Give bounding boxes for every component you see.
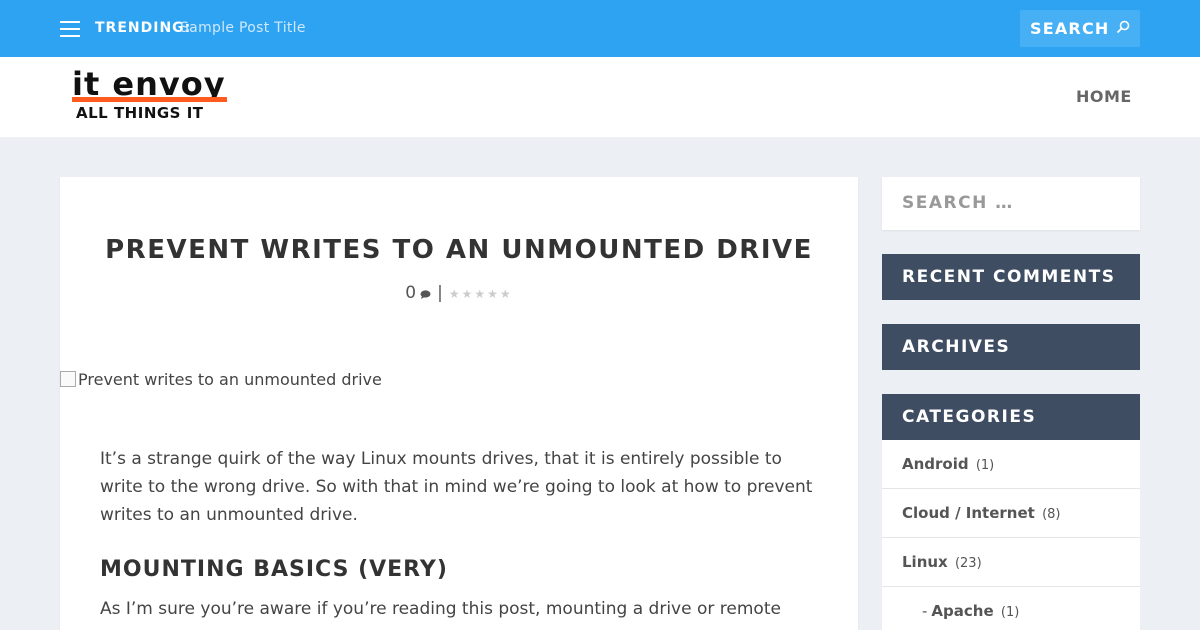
- post-article: PREVENT WRITES TO AN UNMOUNTED DRIVE 0 | …: [60, 177, 858, 630]
- post-title: PREVENT WRITES TO AN UNMOUNTED DRIVE: [105, 235, 813, 265]
- comment-bubble-icon: [420, 290, 431, 299]
- category-name[interactable]: Linux: [902, 553, 948, 571]
- category-link[interactable]: Cloud / Internet (8): [902, 504, 1060, 522]
- subcategory-item: - Apache (1): [882, 587, 1140, 630]
- hamburger-menu-icon[interactable]: [60, 21, 80, 37]
- post-paragraph: As I’m sure you’re aware if you’re readi…: [100, 599, 781, 630]
- sidebar-search-box[interactable]: [882, 177, 1140, 230]
- star-icon[interactable]: ★: [487, 287, 498, 301]
- featured-image: Prevent writes to an unmounted drive: [60, 370, 382, 389]
- meta-separator: |: [437, 283, 443, 303]
- broken-image-icon: [60, 371, 76, 387]
- post-subheading: MOUNTING BASICS (VERY): [100, 557, 448, 582]
- category-link[interactable]: Linux (23): [902, 553, 982, 571]
- category-name[interactable]: Cloud / Internet: [902, 504, 1035, 522]
- category-link[interactable]: Android (1): [902, 455, 994, 473]
- site-logo[interactable]: it envoy ALL THINGS IT: [70, 67, 230, 127]
- category-item: Cloud / Internet (8): [882, 489, 1140, 538]
- category-name[interactable]: Apache: [931, 602, 993, 620]
- widget-title: ARCHIVES: [902, 337, 1011, 357]
- widget-archives: ARCHIVES: [882, 324, 1140, 370]
- logo-tagline: ALL THINGS IT: [76, 104, 204, 122]
- category-count: (23): [954, 556, 982, 571]
- widget-recent-comments: RECENT COMMENTS: [882, 254, 1140, 300]
- star-icon[interactable]: ★: [449, 287, 460, 301]
- category-item: Android (1): [882, 440, 1140, 489]
- logo-underline: [72, 97, 227, 102]
- category-name[interactable]: Android: [902, 455, 969, 473]
- category-count: (8): [1042, 507, 1061, 522]
- widget-title: CATEGORIES: [902, 407, 1037, 427]
- comment-count: 0: [405, 283, 417, 303]
- trending-post-link[interactable]: Sample Post Title: [180, 20, 306, 36]
- top-search-box[interactable]: [1020, 10, 1140, 47]
- top-bar: TRENDING: Sample Post Title: [0, 0, 1200, 57]
- widget-title: RECENT COMMENTS: [902, 267, 1116, 287]
- category-item: Linux (23): [882, 538, 1140, 587]
- featured-image-alt: Prevent writes to an unmounted drive: [78, 370, 382, 389]
- star-icon[interactable]: ★: [500, 287, 511, 301]
- top-search-input[interactable]: [1030, 19, 1120, 38]
- star-icon[interactable]: ★: [462, 287, 473, 301]
- site-header: it envoy ALL THINGS IT HOME: [0, 57, 1200, 137]
- sidebar-search-input[interactable]: [902, 193, 1122, 213]
- post-paragraph: It’s a strange quirk of the way Linux mo…: [100, 449, 813, 525]
- trending-label: TRENDING:: [95, 20, 192, 36]
- star-rating[interactable]: ★ ★ ★ ★ ★: [449, 283, 513, 303]
- comment-count-link[interactable]: 0: [405, 283, 431, 303]
- category-link[interactable]: - Apache (1): [922, 602, 1019, 620]
- widget-categories: CATEGORIES: [882, 394, 1140, 440]
- category-list: Android (1) Cloud / Internet (8) Linux (…: [882, 440, 1140, 630]
- logo-wordmark: it envoy: [72, 65, 226, 103]
- subcategory-dash: -: [922, 602, 928, 620]
- category-count: (1): [975, 458, 995, 473]
- star-icon[interactable]: ★: [474, 287, 485, 301]
- category-count: (1): [1000, 605, 1020, 620]
- search-icon[interactable]: [1116, 20, 1130, 34]
- post-meta: 0 | ★ ★ ★ ★ ★: [60, 283, 858, 303]
- nav-home-link[interactable]: HOME: [1076, 87, 1132, 106]
